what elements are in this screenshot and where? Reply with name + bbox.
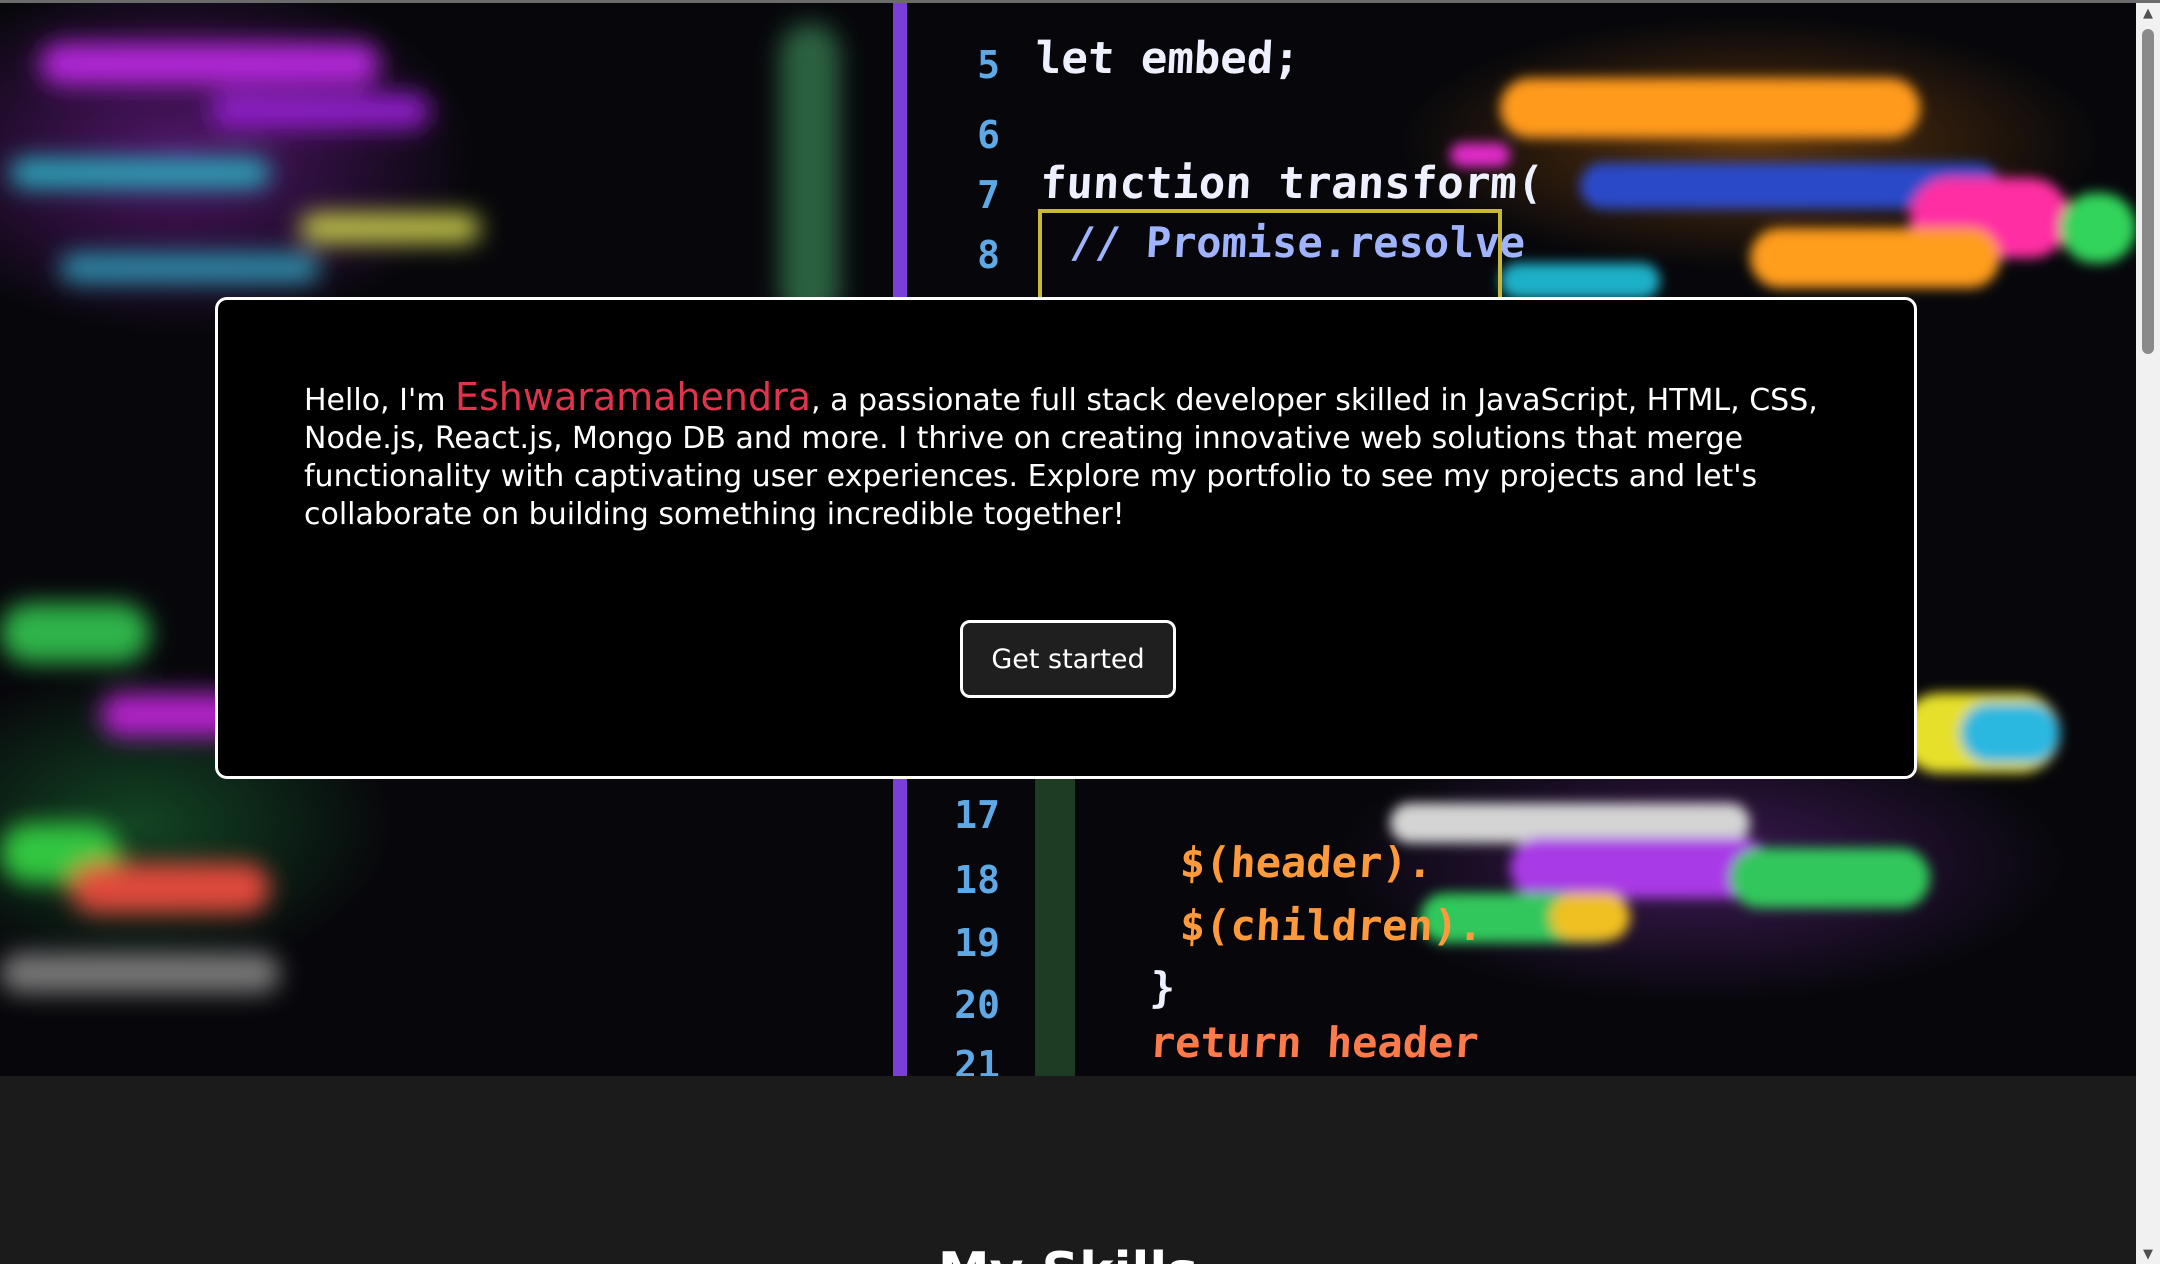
line-number: 19 <box>954 921 1000 965</box>
scroll-down-arrow-icon[interactable]: ▼ <box>2136 1244 2160 1264</box>
code-line: return header <box>1148 1018 1481 1067</box>
line-number: 6 <box>977 113 1000 157</box>
code-line: // Promise.resolve <box>1068 218 1527 267</box>
intro-card: Hello, I'm Eshwaramahendra, a passionate… <box>215 297 1917 779</box>
skills-heading: My Skills <box>0 1242 2136 1264</box>
hero-section: 5 let embed; 6 7 function transform( 8 /… <box>0 3 2136 1076</box>
line-number: 20 <box>954 983 1000 1027</box>
line-number: 7 <box>977 173 1000 217</box>
code-line: let embed; <box>1033 33 1302 84</box>
intro-greeting: Hello, I'm <box>304 383 455 418</box>
scroll-up-arrow-icon[interactable]: ▲ <box>2136 3 2160 23</box>
line-number: 8 <box>977 233 1000 277</box>
page-viewport: 5 let embed; 6 7 function transform( 8 /… <box>0 3 2136 1264</box>
developer-name: Eshwaramahendra <box>454 375 812 419</box>
code-line: function transform( <box>1038 158 1545 209</box>
skills-section: My Skills <box>0 1076 2136 1264</box>
page-scrollbar[interactable]: ▲ ▼ <box>2136 3 2160 1264</box>
intro-text: Hello, I'm Eshwaramahendra, a passionate… <box>304 378 1844 534</box>
line-number: 17 <box>954 793 1000 837</box>
get-started-button[interactable]: Get started <box>960 620 1176 698</box>
line-number: 21 <box>954 1043 1000 1076</box>
code-line: $(header). <box>1178 838 1435 887</box>
line-number: 18 <box>954 858 1000 902</box>
code-line: $(children). <box>1178 901 1485 950</box>
scrollbar-thumb[interactable] <box>2142 29 2154 354</box>
code-line: } <box>1148 963 1177 1012</box>
line-number: 5 <box>977 43 1000 87</box>
